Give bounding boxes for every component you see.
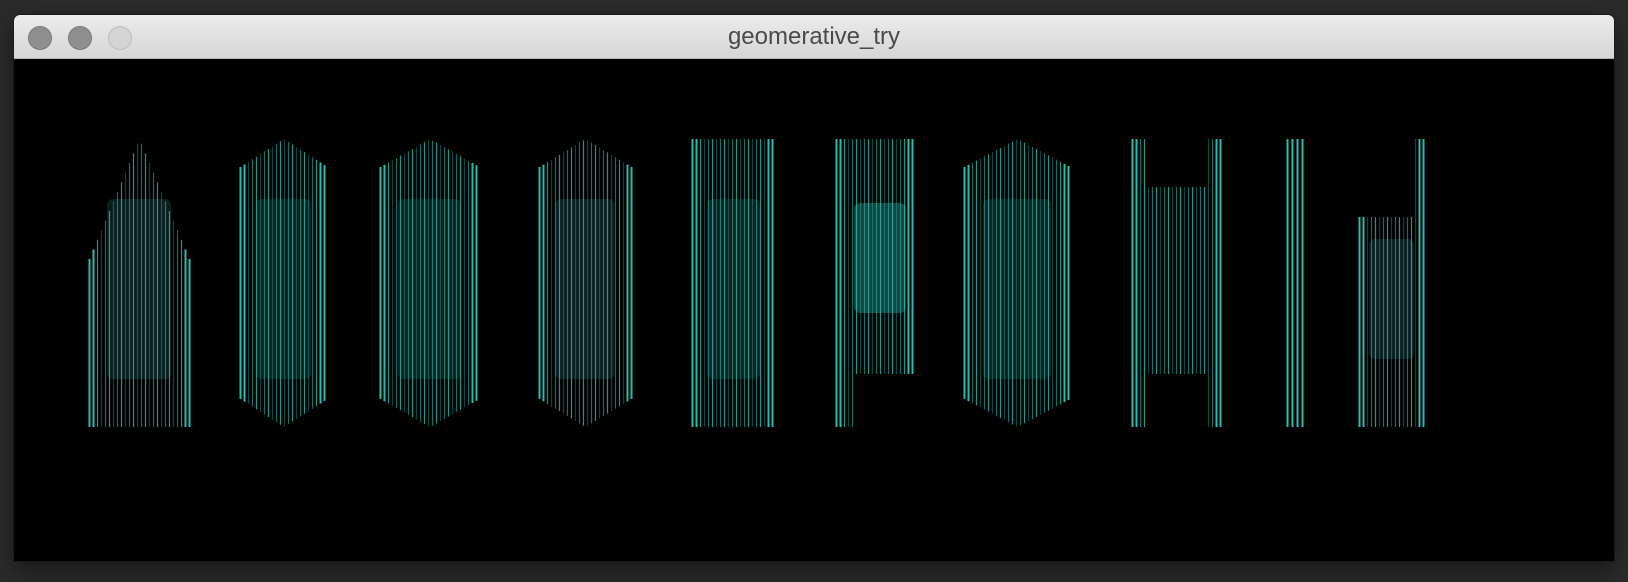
glyph-j [1358, 139, 1425, 427]
glyph-lines-svg [88, 139, 1425, 427]
glyph-d [538, 140, 633, 426]
glyph-i [1286, 139, 1304, 427]
glyph-b [239, 139, 326, 427]
glyph-a [88, 143, 191, 427]
sketch-canvas[interactable] [14, 59, 1614, 561]
glyph-g [963, 139, 1070, 427]
glyph-e [691, 139, 774, 427]
glyph-h [1131, 139, 1222, 427]
glyph-f [835, 139, 914, 427]
title-bar[interactable]: geomerative_try [14, 15, 1614, 59]
window-title: geomerative_try [727, 23, 901, 50]
app-window: geomerative_try [14, 15, 1614, 561]
glyph-c [379, 139, 478, 427]
